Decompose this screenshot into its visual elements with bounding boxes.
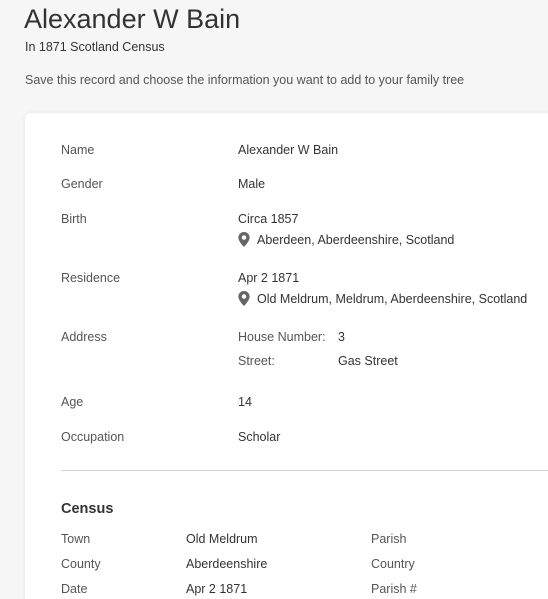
- birth-label: Birth: [61, 212, 87, 226]
- house-number-value: 3: [338, 330, 345, 344]
- town-label: Town: [61, 532, 91, 546]
- residence-place-text: Old Meldrum, Meldrum, Aberdeenshire, Sco…: [257, 291, 528, 306]
- section-divider: [61, 470, 548, 471]
- location-pin-icon: [238, 232, 250, 247]
- occupation-row: Occupation Scholar: [61, 430, 280, 444]
- age-value: 14: [238, 395, 252, 409]
- page-title: Alexander W Bain: [24, 4, 241, 34]
- record-page: Alexander W Bain In 1871 Scotland Census…: [0, 0, 548, 599]
- census-section-title: Census: [61, 501, 114, 517]
- parish-number-label: Parish #: [371, 582, 417, 596]
- name-label: Name: [61, 143, 95, 157]
- birth-date: Circa 1857: [238, 212, 299, 226]
- location-pin-icon: [238, 291, 250, 306]
- country-label: Country: [371, 557, 415, 571]
- town-value: Old Meldrum: [186, 532, 258, 546]
- street-value: Gas Street: [338, 354, 398, 368]
- house-number-label: House Number:: [238, 330, 326, 344]
- county-value: Aberdeenshire: [186, 557, 268, 571]
- residence-label: Residence: [61, 271, 121, 285]
- save-instructions: Save this record and choose the informat…: [25, 73, 465, 87]
- date-value: Apr 2 1871: [186, 582, 248, 596]
- gender-label: Gender: [61, 177, 103, 191]
- gender-row: Gender Male: [61, 177, 265, 191]
- residence-date: Apr 2 1871: [238, 271, 300, 285]
- parish-label: Parish: [371, 532, 407, 546]
- name-value: Alexander W Bain: [238, 143, 339, 157]
- county-label: County: [61, 557, 101, 571]
- occupation-value: Scholar: [238, 430, 281, 444]
- age-label: Age: [61, 395, 84, 409]
- residence-row: Residence Apr 2 1871 Old Meldrum, Meldru…: [61, 271, 527, 306]
- date-label: Date: [61, 582, 88, 596]
- name-row: Name Alexander W Bain: [61, 143, 338, 157]
- birth-place-text: Aberdeen, Aberdeenshire, Scotland: [257, 232, 455, 247]
- address-label: Address: [61, 330, 107, 344]
- residence-place[interactable]: Old Meldrum, Meldrum, Aberdeenshire, Sco…: [238, 291, 527, 306]
- age-row: Age 14: [61, 395, 252, 409]
- street-label: Street:: [238, 354, 275, 368]
- birth-place[interactable]: Aberdeen, Aberdeenshire, Scotland: [238, 232, 454, 247]
- gender-value: Male: [238, 177, 266, 191]
- occupation-label: Occupation: [61, 430, 125, 444]
- address-row: Address House Number: 3 Street: Gas Stre…: [61, 330, 398, 368]
- record-collection: In 1871 Scotland Census: [25, 40, 165, 54]
- record-card: Name Alexander W Bain Gender Male Birth …: [25, 113, 548, 599]
- birth-row: Birth Circa 1857 Aberdeen, Aberdeenshire…: [61, 212, 454, 247]
